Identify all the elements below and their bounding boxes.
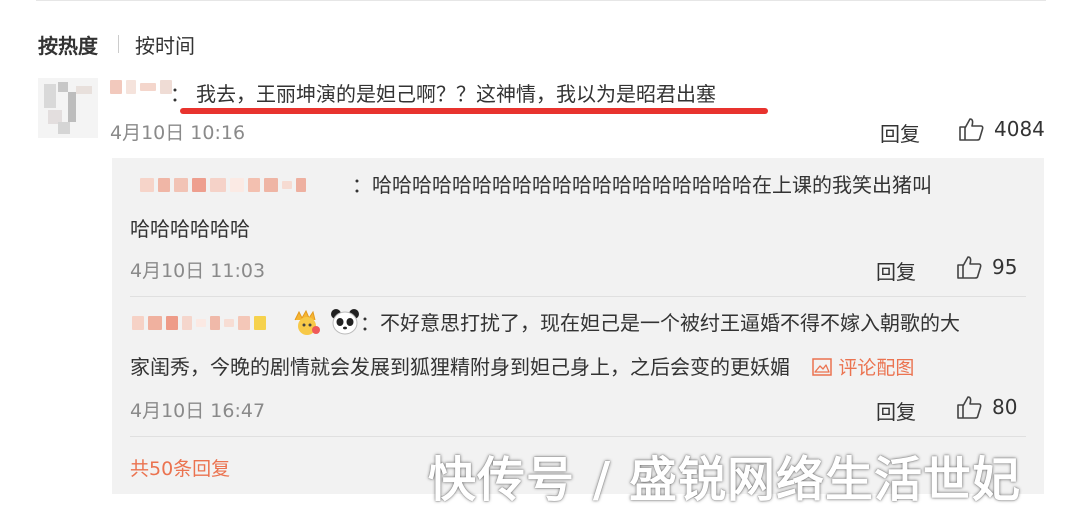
like-count: 4084	[994, 117, 1045, 141]
reply-username-blurred[interactable]	[140, 178, 306, 192]
reply-username-blurred[interactable]	[132, 316, 266, 330]
like-count: 95	[992, 255, 1018, 279]
reply-button[interactable]: 回复	[876, 256, 916, 285]
comment-body: 我去，王丽坤演的是妲己啊？？这神情，我以为是昭君出塞	[196, 82, 716, 106]
reply-body-cont: 家闺秀，今晚的剧情就会发展到狐狸精附身到妲己身上，之后会变的更妖媚	[130, 355, 790, 379]
comment-date: 4月10日 10:16	[110, 122, 246, 144]
image-icon	[812, 358, 833, 376]
like-button[interactable]: 95	[956, 255, 1017, 279]
sort-separator	[118, 35, 119, 53]
reply-text-line1: ：哈哈哈哈哈哈哈哈哈哈哈哈哈哈哈哈哈哈哈在上课的我笑出猪叫	[352, 164, 932, 206]
reply-body: 不好意思打扰了，现在妲己是一个被纣王逼婚不得不嫁入朝歌的大	[380, 311, 960, 335]
sort-by-time-tab[interactable]: 按时间	[135, 30, 195, 59]
reply-button[interactable]: 回复	[876, 396, 916, 425]
reply-date: 4月10日 11:03	[130, 260, 266, 282]
comment-colon: ：	[170, 82, 190, 106]
reply-date: 4月10日 16:47	[130, 400, 266, 422]
emoji-face-icon	[292, 308, 322, 337]
like-button[interactable]: 80	[956, 395, 1017, 419]
reply-colon: ：	[360, 311, 380, 335]
reply-colon: ：	[352, 173, 372, 197]
reply-divider	[130, 296, 1026, 297]
thumbs-up-icon	[959, 118, 984, 141]
view-all-replies-link[interactable]: 共50条回复	[130, 454, 230, 481]
comment-image-label: 评论配图	[838, 357, 915, 379]
reply-text-line2: 哈哈哈哈哈哈	[130, 217, 250, 241]
watermark: 快传号 / 盛锐网络生活世妃	[428, 452, 1021, 508]
reply-button[interactable]: 回复	[880, 118, 920, 147]
thumbs-up-icon	[957, 396, 982, 419]
panda-icon	[330, 308, 360, 337]
like-button[interactable]: 4084	[958, 117, 1045, 141]
top-divider	[36, 0, 1046, 5]
sort-by-hot-tab[interactable]: 按热度	[38, 30, 98, 59]
reply-text-line1: ：不好意思打扰了，现在妲己是一个被纣王逼婚不得不嫁入朝歌的大	[360, 302, 960, 344]
reply-divider	[130, 436, 1026, 437]
username-blurred[interactable]	[110, 80, 172, 94]
comment-image-link[interactable]: 评论配图	[812, 357, 914, 379]
reply-body: 哈哈哈哈哈哈哈哈哈哈哈哈哈哈哈哈哈哈哈在上课的我笑出猪叫	[372, 173, 932, 197]
main-comment-text: ：我去，王丽坤演的是妲己啊？？这神情，我以为是昭君出塞	[170, 78, 716, 107]
sort-bar: 按热度 按时间	[38, 30, 195, 58]
like-count: 80	[992, 395, 1018, 419]
thumbs-up-icon	[957, 256, 982, 279]
avatar[interactable]	[38, 78, 98, 138]
red-underline-highlight	[180, 108, 768, 114]
reply-text-line2: 家闺秀，今晚的剧情就会发展到狐狸精附身到妲己身上，之后会变的更妖媚 评论配图	[130, 346, 914, 389]
